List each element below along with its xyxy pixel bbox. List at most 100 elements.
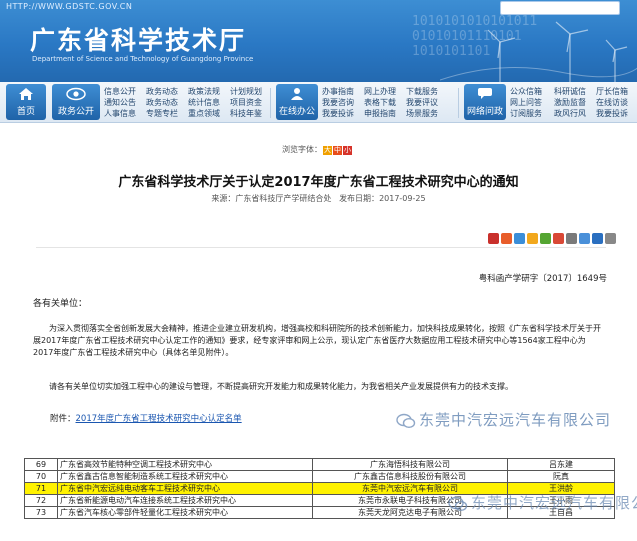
nav-separator (458, 88, 459, 118)
nav-col-guide[interactable]: 办事指南 我要咨询 我要投诉 (322, 86, 354, 119)
nav-link[interactable]: 网上办理 (364, 86, 396, 97)
cell-num: 73 (24, 506, 58, 519)
table-row: 70 广东省鑫古信息智能制造系统工程技术研究中心 广东鑫古信息科技股份有限公司 阮真 (24, 470, 615, 483)
greeting: 各有关单位： (33, 299, 88, 309)
nav-col-policy[interactable]: 政策法规 统计信息 重点领域 (188, 86, 220, 119)
nav-link[interactable]: 激励监督 (554, 97, 586, 108)
cell-name: 广东省高效节能特种空调工程技术研究中心 (57, 458, 313, 471)
watermark-overlay: 东莞中汽宏远汽车有限公司 (448, 492, 637, 513)
nav-link[interactable]: 人事信息 (104, 108, 136, 119)
nav-link[interactable]: 在线访谈 (596, 97, 628, 108)
site-title: 广东省科学技术厅 (30, 26, 247, 55)
nav-gov-open-button[interactable]: 政务公开 (52, 84, 100, 120)
font-size-switcher: 浏览字体：大中小 (282, 144, 352, 155)
nav-home-button[interactable]: 首页 (6, 84, 46, 120)
share-icon[interactable] (553, 233, 564, 244)
share-icon[interactable] (501, 233, 512, 244)
nav-link[interactable]: 政策法规 (188, 86, 220, 97)
nav-link[interactable]: 下载服务 (406, 86, 438, 97)
share-icon[interactable] (566, 233, 577, 244)
nav-col-download[interactable]: 下载服务 我要评议 场景服务 (406, 86, 438, 119)
cell-person: 阮真 (507, 470, 615, 483)
font-medium-button[interactable]: 中 (333, 146, 342, 155)
article-date: 2017-09-25 (379, 194, 426, 203)
nav-link[interactable]: 统计信息 (188, 97, 220, 108)
nav-link[interactable]: 通知公告 (104, 97, 136, 108)
share-toolbar (488, 229, 618, 244)
share-icon[interactable] (592, 233, 603, 244)
cell-num: 71 (24, 482, 58, 495)
nav-link[interactable]: 重点领域 (188, 108, 220, 119)
cell-num: 72 (24, 494, 58, 507)
cell-name: 广东省鑫古信息智能制造系统工程技术研究中心 (57, 470, 313, 483)
document-number: 粤科函产学研字〔2017〕1649号 (478, 274, 607, 284)
cell-num: 69 (24, 458, 58, 471)
share-icon[interactable] (527, 233, 538, 244)
nav-link[interactable]: 科研诚信 (554, 86, 586, 97)
cell-org: 广东鑫古信息科技股份有限公司 (312, 470, 508, 483)
nav-link[interactable]: 政务动态 (146, 86, 178, 97)
nav-interaction-button[interactable]: 网络问政 (464, 84, 506, 120)
search-input[interactable] (500, 1, 620, 15)
nav-link[interactable]: 计划规划 (230, 86, 262, 97)
font-large-button[interactable]: 大 (323, 146, 332, 155)
wechat-icon (396, 413, 416, 428)
font-small-button[interactable]: 小 (343, 146, 352, 155)
cell-name: 广东省汽车核心零部件轻量化工程技术研究中心 (57, 506, 313, 519)
nav-online-button[interactable]: 在线办公 (276, 84, 318, 120)
nav-link[interactable]: 我要投诉 (322, 108, 354, 119)
attachment-label: 附件： (50, 414, 76, 424)
nav-link[interactable]: 政风行风 (554, 108, 586, 119)
site-subtitle: Department of Science and Technology of … (32, 55, 254, 63)
nav-link[interactable]: 科技年鉴 (230, 108, 262, 119)
chat-icon (478, 88, 492, 99)
nav-col-plan[interactable]: 计划规划 项目资金 科技年鉴 (230, 86, 262, 119)
article-meta: 来源：广东省科技厅产学研结合处 发布日期：2017-09-25 (0, 193, 637, 204)
divider (36, 247, 606, 248)
cell-num: 70 (24, 470, 58, 483)
nav-link[interactable]: 厅长信箱 (596, 86, 628, 97)
site-header: HTTP://WWW.GDSTC.GOV.CN 1010101010101011… (0, 0, 637, 82)
cell-name: 广东省中汽宏远纯电动客车工程技术研究中心 (57, 482, 313, 495)
nav-col-integrity[interactable]: 科研诚信 激励监督 政风行风 (554, 86, 586, 119)
share-icon[interactable] (579, 233, 590, 244)
nav-col-info[interactable]: 信息公开 通知公告 人事信息 (104, 86, 136, 119)
watermark-text: 东莞中汽宏远汽车有限公司 (419, 411, 612, 429)
nav-link[interactable]: 场景服务 (406, 108, 438, 119)
nav-link[interactable]: 我要评议 (406, 97, 438, 108)
nav-link[interactable]: 我要咨询 (322, 97, 354, 108)
person-icon (291, 88, 303, 100)
nav-gov-open-label: 政务公开 (57, 107, 94, 117)
share-icon[interactable] (514, 233, 525, 244)
share-icon[interactable] (540, 233, 551, 244)
attachment: 附件：2017年度广东省工程技术研究中心认定名单 (50, 412, 242, 424)
article-title: 广东省科学技术厅关于认定2017年度广东省工程技术研究中心的通知 (118, 175, 519, 190)
share-icon[interactable] (488, 233, 499, 244)
nav-link[interactable]: 申报指南 (364, 108, 396, 119)
nav-col-mailbox[interactable]: 公众信箱 网上问答 订阅服务 (510, 86, 542, 119)
nav-link[interactable]: 我要投诉 (596, 108, 628, 119)
nav-separator (270, 88, 271, 118)
date-label: 发布日期： (339, 194, 380, 203)
font-size-label: 浏览字体： (282, 145, 322, 154)
nav-link[interactable]: 办事指南 (322, 86, 354, 97)
nav-link[interactable]: 项目资金 (230, 97, 262, 108)
nav-link[interactable]: 信息公开 (104, 86, 136, 97)
nav-home-label: 首页 (16, 107, 35, 117)
wind-turbine-decoration (440, 21, 637, 82)
source-label: 来源： (211, 194, 236, 203)
nav-link[interactable]: 网上问答 (510, 97, 542, 108)
nav-link[interactable]: 政务动态 (146, 97, 178, 108)
attachment-link[interactable]: 2017年度广东省工程技术研究中心认定名单 (76, 414, 242, 424)
share-icon[interactable] (605, 233, 616, 244)
nav-col-affairs[interactable]: 政务动态 政务动态 专题专栏 (146, 86, 178, 119)
eye-icon (66, 87, 86, 101)
nav-col-handle[interactable]: 网上办理 表格下载 申报指南 (364, 86, 396, 119)
nav-link[interactable]: 专题专栏 (146, 108, 178, 119)
nav-col-director[interactable]: 厅长信箱 在线访谈 我要投诉 (596, 86, 628, 119)
nav-link[interactable]: 订阅服务 (510, 108, 542, 119)
nav-link[interactable]: 表格下载 (364, 97, 396, 108)
nav-interaction-label: 网络问政 (466, 107, 503, 117)
nav-link[interactable]: 公众信箱 (510, 86, 542, 97)
paragraph-2: 请各有关单位切实加强工程中心的建设与管理，不断提高研究开发能力和成果转化能力，为… (49, 382, 513, 391)
